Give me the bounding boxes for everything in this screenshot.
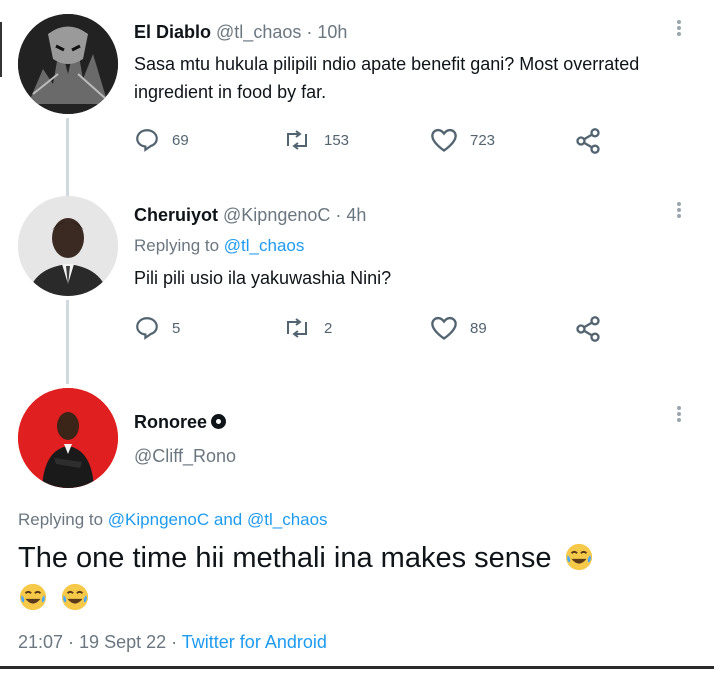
replying-and: and — [209, 510, 247, 529]
reply-button[interactable]: 69 — [134, 127, 189, 153]
avatar-image — [18, 14, 118, 114]
tweet-text: The one time hii methali ina makes sense — [18, 538, 698, 618]
avatar[interactable] — [18, 388, 118, 488]
thread-connector — [66, 300, 69, 384]
replying-label: Replying to — [134, 236, 224, 255]
tweet-time[interactable]: · 10h — [306, 22, 347, 42]
tweet-actions: 5 2 89 — [134, 315, 614, 345]
like-count: 89 — [470, 319, 487, 337]
like-count: 723 — [470, 131, 496, 149]
tweet-time[interactable]: · 4h — [335, 205, 366, 225]
replying-label: Replying to — [18, 510, 108, 529]
retweet-icon — [287, 130, 307, 150]
heart-icon — [431, 316, 457, 340]
timestamp[interactable]: 21:07 · 19 Sept 22 · — [18, 632, 182, 652]
more-options-icon[interactable] — [676, 404, 682, 426]
share-button[interactable] — [574, 127, 602, 155]
display-name[interactable]: El Diablo — [134, 22, 211, 42]
tweet-header: Ronoree — [134, 412, 227, 433]
retweet-button[interactable]: 153 — [282, 127, 349, 153]
more-options-icon[interactable] — [676, 200, 682, 222]
replying-to: Replying to @tl_chaos — [134, 236, 304, 256]
reply-count: 5 — [172, 319, 181, 337]
share-icon — [576, 316, 600, 342]
avatar[interactable] — [18, 196, 118, 296]
heart-icon — [431, 128, 457, 152]
tweet-text: Pili pili usio ila yakuwashia Nini? — [134, 268, 392, 288]
username[interactable]: @Cliff_Rono — [134, 446, 236, 466]
retweet-count: 153 — [324, 131, 350, 149]
tweet-header: El Diablo @tl_chaos · 10h — [134, 22, 347, 43]
image-edge — [0, 22, 2, 77]
mention-link[interactable]: @tl_chaos — [224, 236, 305, 255]
display-name[interactable]: Ronoree — [134, 412, 207, 432]
mention-link[interactable]: @KipngenoC — [108, 510, 209, 529]
username[interactable]: @tl_chaos — [216, 22, 301, 42]
reply-count: 69 — [172, 131, 189, 149]
username-line: @Cliff_Rono — [134, 446, 236, 467]
share-icon — [576, 128, 600, 154]
retweet-count: 2 — [324, 319, 333, 337]
tears-of-joy-emoji-icon — [61, 583, 89, 611]
retweet-icon — [287, 318, 307, 338]
tweet-thread-screenshot: El Diablo @tl_chaos · 10h Sasa mtu hukul… — [0, 0, 714, 677]
verified-badge-icon — [211, 414, 227, 429]
reply-icon — [136, 129, 158, 152]
tweet-source[interactable]: Twitter for Android — [182, 632, 327, 652]
thread-connector — [66, 118, 69, 198]
tweet-text: Sasa mtu hukula pilipili ndio apate bene… — [134, 54, 640, 102]
avatar-image — [18, 388, 118, 488]
tears-of-joy-emoji-icon — [19, 583, 47, 611]
replying-to: Replying to @KipngenoC and @tl_chaos — [18, 510, 328, 530]
tweet-text-content: The one time hii methali ina makes sense — [18, 542, 552, 574]
like-button[interactable]: 723 — [430, 127, 495, 153]
tears-of-joy-emoji-icon — [565, 543, 592, 571]
reply-button[interactable]: 5 — [134, 315, 180, 341]
avatar[interactable] — [18, 14, 118, 114]
avatar-image — [18, 196, 118, 296]
username[interactable]: @KipngenoC — [223, 205, 330, 225]
tweet-actions: 69 153 723 — [134, 127, 614, 157]
retweet-button[interactable]: 2 — [282, 315, 332, 341]
mention-link[interactable]: @tl_chaos — [247, 510, 328, 529]
display-name[interactable]: Cheruiyot — [134, 205, 218, 225]
reply-icon — [136, 317, 158, 340]
tweet-header: Cheruiyot @KipngenoC · 4h — [134, 205, 366, 226]
image-edge — [0, 666, 714, 669]
tweet-meta: 21:07 · 19 Sept 22 · Twitter for Android — [18, 632, 327, 653]
like-button[interactable]: 89 — [430, 315, 487, 341]
more-options-icon[interactable] — [676, 18, 682, 40]
share-button[interactable] — [574, 315, 602, 343]
